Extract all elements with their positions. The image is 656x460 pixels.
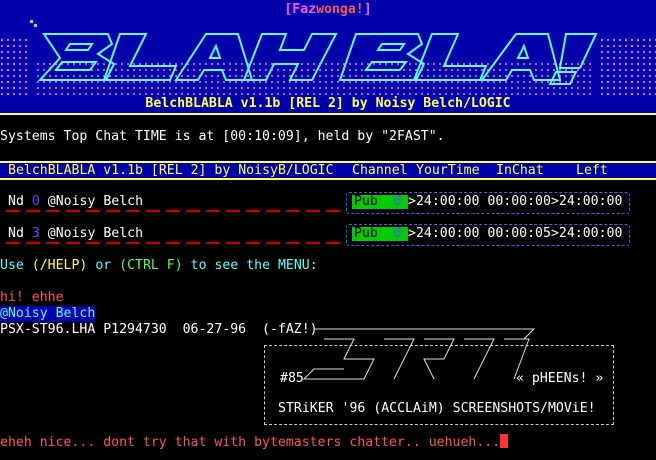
node-times: >24:00:00 00:00:05>24:00:00 (408, 226, 623, 241)
release-box: #85 « pHEENs! » STRiKER '96 (ACCLAiM) SC… (264, 328, 614, 425)
channel-badge: Pub 0 (352, 195, 408, 209)
header-divider (0, 113, 656, 115)
chat-sender: @Noisy Belch (0, 306, 96, 322)
node-user: @Noisy Belch (47, 194, 144, 209)
node-label: Nd 3 @Noisy Belch (8, 226, 144, 241)
col-left: Left (576, 163, 608, 178)
text-cursor (500, 434, 509, 448)
channel-badge: Pub 0 (352, 227, 408, 241)
top-chat-time-message: Systems Top Chat TIME is at [00:10:09], … (0, 129, 445, 144)
status-program: BelchBLABLA v1.1b [REL 2] by NoisyB/LOGI… (8, 163, 334, 178)
col-inchat: InChat (496, 163, 544, 178)
node-number: 0 (31, 194, 40, 209)
node-user: @Noisy Belch (47, 226, 144, 241)
release-title: STRiKER '96 (ACCLAiM) SCREENSHOTS/MOViE! (278, 401, 596, 416)
right-dots (600, 38, 656, 96)
sparkle-icon (30, 20, 37, 27)
help-line: Use (/HELP) or (CTRL F) to see the MENU: (0, 258, 318, 273)
program-subtitle: BelchBLABLA v1.1b [REL 2] by Noisy Belch… (145, 96, 511, 111)
chat-message: hi! ehhe (0, 290, 64, 305)
release-number: #85 (280, 371, 304, 386)
col-yourtime: YourTime (416, 163, 480, 178)
chat-input-line[interactable]: eheh nice... dont try that with bytemast… (0, 434, 509, 451)
help-command[interactable]: (/HELP) (32, 258, 88, 273)
striker-logo (302, 328, 536, 380)
col-channel: Channel (352, 163, 408, 178)
node-row[interactable]: Nd 3 @Noisy Belch Pub 0 >24:00:00 00:00:… (0, 224, 632, 246)
node-label: Nd 0 @Noisy Belch (8, 194, 144, 209)
node-number: 3 (31, 226, 40, 241)
release-tag: « pHEENs! » (516, 371, 604, 386)
header-banner: [Fazwonga!] BelchBLABLA v1.1b [REL 2] by… (0, 0, 656, 114)
ctrl-f-command[interactable]: (CTRL F) (119, 258, 183, 273)
node-divider (6, 242, 346, 244)
left-dots (0, 38, 28, 96)
status-bar: BelchBLABLA v1.1b [REL 2] by NoisyB/LOGI… (0, 161, 656, 180)
chat-input-text: eheh nice... dont try that with bytemast… (0, 435, 501, 450)
node-row[interactable]: Nd 0 @Noisy Belch Pub 0 >24:00:00 00:00:… (0, 192, 632, 214)
node-times: >24:00:00 00:00:00>24:00:00 (408, 194, 623, 209)
node-divider (6, 210, 346, 212)
blah-blah-logo (0, 20, 656, 96)
